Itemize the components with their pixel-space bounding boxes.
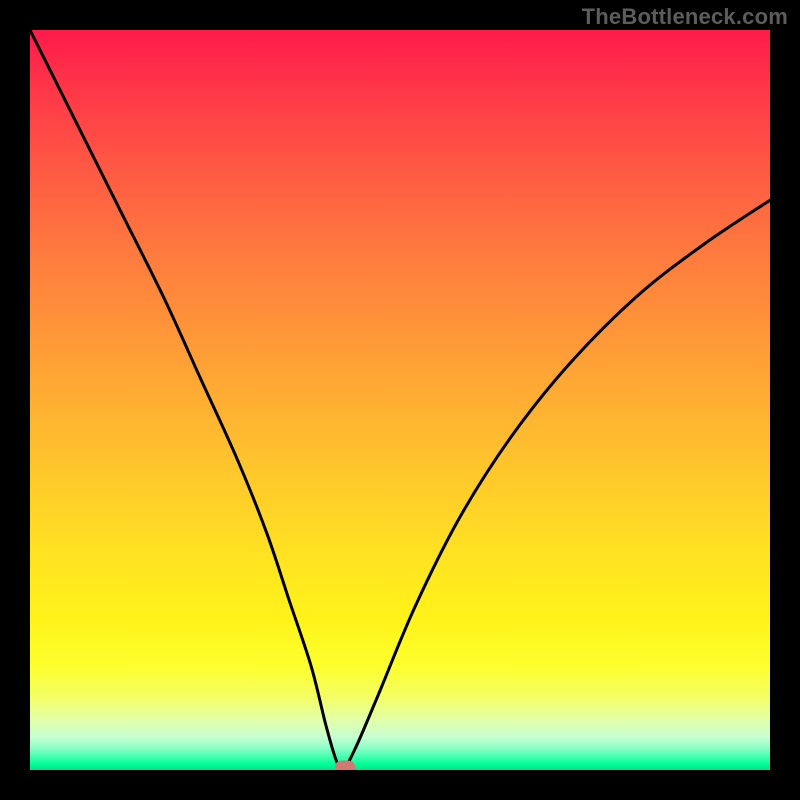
optimal-point-marker: [335, 761, 355, 770]
watermark-text: TheBottleneck.com: [582, 4, 788, 30]
bottleneck-curve: [30, 30, 770, 770]
plot-area: [30, 30, 770, 770]
chart-frame: TheBottleneck.com: [0, 0, 800, 800]
